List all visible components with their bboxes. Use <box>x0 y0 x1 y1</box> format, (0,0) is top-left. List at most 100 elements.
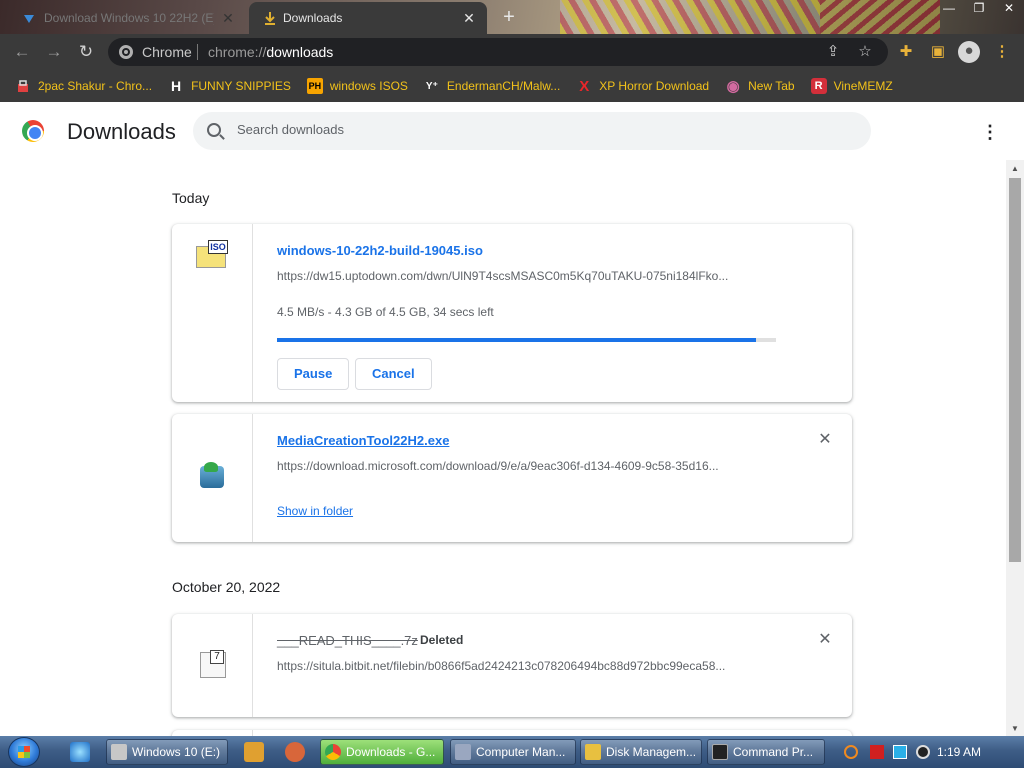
remove-close-icon[interactable]: ✕ <box>818 432 832 448</box>
address-bar[interactable]: Chrome chrome://downloads ⇪ ☆ <box>108 38 888 66</box>
taskbar-item-chrome[interactable]: Downloads - G... <box>320 739 444 765</box>
yc-icon: Y⁺ <box>425 80 438 92</box>
chrome-logo-icon <box>22 120 44 142</box>
downloads-list: Today ISO windows-10-22h2-build-19045.is… <box>0 160 1006 736</box>
bookmark-star-icon[interactable]: ☆ <box>856 43 874 61</box>
chrome-icon <box>325 744 341 760</box>
download-status: 4.5 MB/s - 4.3 GB of 4.5 GB, 34 secs lef… <box>277 305 494 319</box>
file-name-link[interactable]: windows-10-22h2-build-19045.iso <box>277 243 483 258</box>
omnibox-chip-label: Chrome <box>142 44 192 60</box>
system-clock[interactable]: 1:19 AM <box>937 745 981 759</box>
bookmark-new-tab[interactable]: ◉ New Tab <box>725 78 795 95</box>
address-url: chrome://downloads <box>208 44 334 60</box>
show-in-folder-link[interactable]: Show in folder <box>277 504 353 518</box>
tab-title: Downloads <box>283 11 343 25</box>
progress-fill <box>277 338 757 342</box>
volume-tray-icon[interactable] <box>916 745 930 759</box>
pause-button[interactable]: Pause <box>277 358 350 390</box>
search-input[interactable] <box>237 122 837 137</box>
browser-toolbar: ← → ↻ Chrome chrome://downloads ⇪ ☆ ✚ ▣ … <box>0 34 1024 70</box>
extensions-puzzle-icon[interactable]: ✚ <box>896 42 916 62</box>
theme-background <box>560 0 820 34</box>
minimize-button[interactable]: — <box>934 0 964 18</box>
bag-icon <box>15 78 31 94</box>
deleted-label: Deleted <box>420 633 464 647</box>
download-card-iso: ISO windows-10-22h2-build-19045.iso http… <box>172 224 852 402</box>
search-box[interactable] <box>193 112 871 150</box>
forward-arrow-icon[interactable]: → <box>44 42 64 62</box>
profile-avatar-icon[interactable]: ● <box>958 41 980 63</box>
cancel-button[interactable]: Cancel <box>355 358 432 390</box>
tab-downloads[interactable]: Downloads ✕ <box>249 2 487 34</box>
internet-explorer-icon[interactable] <box>70 742 90 762</box>
browser-menu-icon[interactable]: ⋮ <box>992 42 1012 62</box>
computer-management-icon <box>455 744 471 760</box>
download-card-7z: 7 ___READ_THIS____.7z Deleted https://si… <box>172 614 852 717</box>
window-controls: — ❐ ✕ <box>934 0 1024 18</box>
bookmark-funny-snippies[interactable]: H FUNNY SNIPPIES <box>168 78 291 94</box>
new-tab-button[interactable]: + <box>498 6 520 28</box>
help-icon <box>585 744 601 760</box>
taskbar-item-computer-management[interactable]: Computer Man... <box>450 739 576 765</box>
download-card-exe: MediaCreationTool22H2.exe https://downlo… <box>172 414 852 542</box>
bookmark-vinememz[interactable]: R VineMEMZ <box>810 78 893 94</box>
date-header-oct-20: October 20, 2022 <box>172 579 281 595</box>
scroll-thumb[interactable] <box>1009 178 1021 562</box>
search-icon <box>207 123 221 137</box>
search-tray-icon[interactable] <box>844 745 858 759</box>
bookmark-endermanch[interactable]: Y⁺ EndermanCH/Malw... <box>424 78 560 94</box>
globe-icon: ◉ <box>726 78 740 95</box>
monitor-tray-icon[interactable] <box>893 745 907 759</box>
flag-tray-icon[interactable] <box>870 745 884 759</box>
scroll-up-arrow-icon[interactable]: ▲ <box>1010 164 1020 174</box>
taskbar-item-explorer[interactable]: Windows 10 (E:) <box>106 739 228 765</box>
r-icon: R <box>810 78 827 94</box>
reload-icon[interactable]: ↻ <box>76 42 96 62</box>
ph-icon: PH <box>306 78 323 94</box>
download-favicon-icon <box>24 15 34 23</box>
file-icon-column <box>172 414 253 542</box>
download-arrow-icon <box>265 12 275 25</box>
x-icon: X <box>579 77 590 95</box>
file-icon-column: ISO <box>172 224 253 402</box>
windows-taskbar: Windows 10 (E:) Downloads - G... Compute… <box>0 736 1024 768</box>
h-icon: H <box>171 78 182 94</box>
close-window-button[interactable]: ✕ <box>994 0 1024 18</box>
media-creation-tool-icon <box>200 462 224 488</box>
page-scrollbar[interactable]: ▲ ▼ <box>1006 160 1024 736</box>
theme-background-accent <box>820 0 940 34</box>
bookmark-2pac[interactable]: 2pac Shakur - Chro... <box>15 78 152 94</box>
tab-download-windows[interactable]: Download Windows 10 22H2 (E) ✕ <box>8 2 246 34</box>
omnibox-divider <box>197 44 198 60</box>
tab-close-icon[interactable]: ✕ <box>461 10 477 26</box>
back-arrow-icon[interactable]: ← <box>12 42 32 62</box>
media-player-icon[interactable] <box>244 742 264 762</box>
maximize-button[interactable]: ❐ <box>964 0 994 18</box>
side-panel-icon[interactable]: ▣ <box>928 42 948 62</box>
page-menu-icon[interactable]: ⋮ <box>980 122 1000 142</box>
share-icon[interactable]: ⇪ <box>824 43 842 61</box>
source-url[interactable]: https://download.microsoft.com/download/… <box>277 459 777 473</box>
file-name-link[interactable]: MediaCreationTool22H2.exe <box>277 433 449 448</box>
downloads-header: Downloads ⋮ <box>0 102 1006 160</box>
scroll-down-arrow-icon[interactable]: ▼ <box>1010 724 1020 734</box>
tab-title: Download Windows 10 22H2 (E) <box>44 11 214 25</box>
bookmark-xp-horror[interactable]: X XP Horror Download <box>576 77 709 95</box>
progress-bar <box>277 338 776 342</box>
tab-close-icon[interactable]: ✕ <box>220 10 236 26</box>
start-button[interactable] <box>8 737 40 767</box>
chrome-page-icon <box>119 45 133 59</box>
app-icon[interactable] <box>285 742 305 762</box>
date-header-today: Today <box>172 190 210 206</box>
remove-close-icon[interactable]: ✕ <box>818 632 832 648</box>
unknown-file-icon: 7 <box>196 650 228 678</box>
source-url[interactable]: https://dw15.uptodown.com/dwn/UlN9T4scsM… <box>277 269 777 283</box>
file-icon-column: 7 <box>172 614 253 717</box>
taskbar-item-command-prompt[interactable]: Command Pr... <box>707 739 825 765</box>
taskbar-item-disk-management[interactable]: Disk Managem... <box>580 739 702 765</box>
iso-file-icon: ISO <box>196 240 228 268</box>
tab-strip: Download Windows 10 22H2 (E) ✕ Downloads… <box>0 0 1024 34</box>
page-title: Downloads <box>67 119 176 144</box>
source-url[interactable]: https://situla.bitbit.net/filebin/b0866f… <box>277 659 777 673</box>
bookmark-windows-isos[interactable]: PH windows ISOS <box>306 78 408 94</box>
